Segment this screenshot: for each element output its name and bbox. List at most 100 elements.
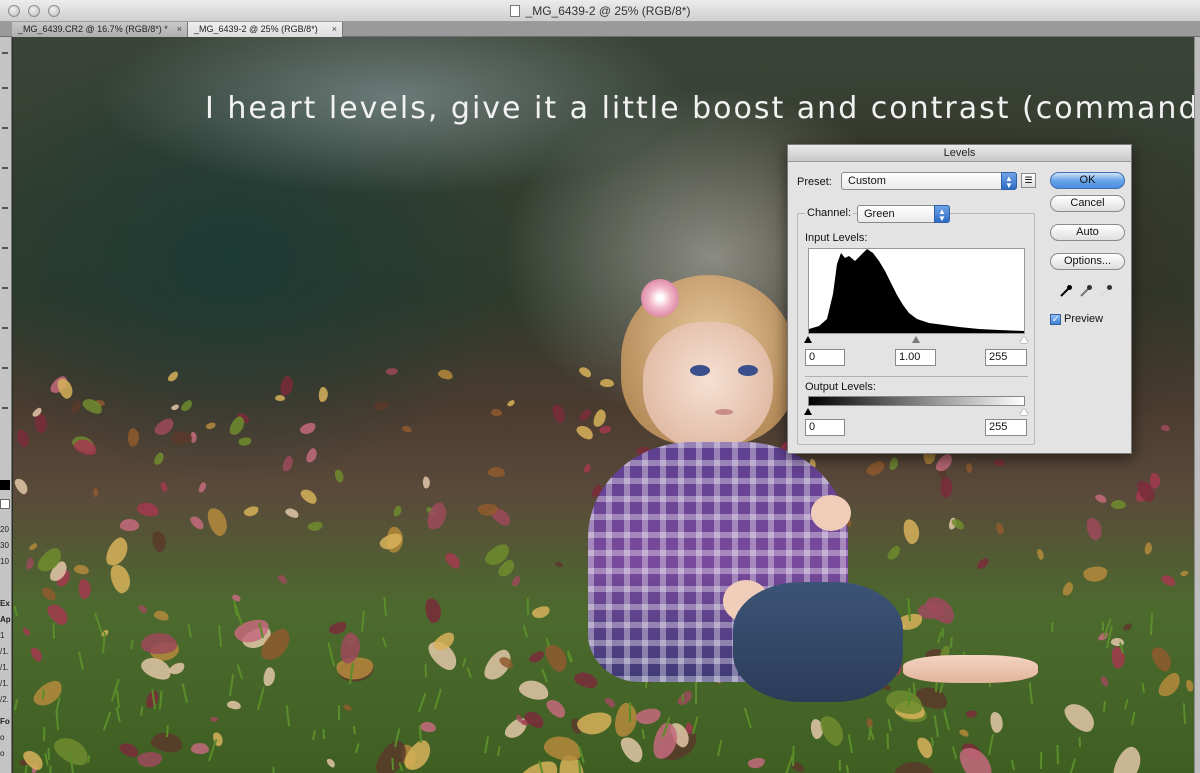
options-button[interactable]: Options... [1050, 253, 1125, 270]
leaf [401, 737, 436, 773]
output-white-slider[interactable] [1020, 408, 1028, 415]
grass-blade [791, 746, 795, 767]
leaf [135, 500, 160, 519]
leaf [102, 534, 133, 570]
gray-point-eyedropper-icon[interactable] [1079, 284, 1093, 298]
leaf [238, 437, 252, 447]
leaf [957, 727, 970, 738]
grass-blade [338, 705, 341, 721]
histogram-graph [809, 249, 1024, 333]
leaf [325, 757, 337, 770]
grass-blade [887, 719, 892, 732]
leaf [24, 556, 36, 571]
leaf [392, 504, 403, 518]
tab-mg-6439-cr2[interactable]: _MG_6439.CR2 @ 16.7% (RGB/8*) * × [12, 22, 188, 37]
input-white-field[interactable]: 255 [985, 349, 1027, 366]
grass-blade [116, 690, 121, 709]
preset-label: Preset: [797, 176, 832, 188]
photoshop-window: _MG_6439-2 @ 25% (RGB/8*) _MG_6439.CR2 @… [0, 0, 1200, 773]
leaf [107, 561, 134, 596]
grass-blade [14, 699, 19, 711]
leaf [136, 751, 163, 768]
leaf [304, 446, 319, 465]
grass-blade [951, 746, 957, 759]
input-black-slider[interactable] [804, 336, 812, 343]
grass-blade [886, 733, 889, 749]
input-black-field[interactable]: 0 [805, 349, 845, 366]
output-white-field[interactable]: 255 [985, 419, 1027, 436]
foreground-color-swatch[interactable] [0, 480, 10, 490]
grass-blade [77, 650, 84, 670]
leaf [510, 575, 522, 588]
leaf [44, 600, 72, 629]
auto-button[interactable]: Auto [1050, 224, 1125, 241]
tools-panel-edge: 20 30 10 Ex Ap 1 /1. /1. /1. /2. Fo o o [0, 37, 12, 773]
leaf [226, 699, 242, 710]
leaf [436, 367, 455, 381]
leaf [92, 488, 99, 498]
grass-blade [526, 597, 530, 615]
preset-options-icon[interactable]: ☰ [1021, 173, 1036, 188]
ok-button[interactable]: OK [1050, 172, 1125, 189]
tool-icon[interactable] [2, 247, 8, 249]
panel-text-fragment: 1 [0, 631, 5, 640]
leaf [170, 403, 180, 411]
panel-text-fragment: /1. [0, 663, 9, 672]
tool-icon[interactable] [2, 327, 8, 329]
tool-icon[interactable] [2, 167, 8, 169]
grass-blade [1182, 703, 1186, 725]
background-color-swatch[interactable] [0, 499, 10, 509]
leaf [191, 743, 210, 755]
panel-text-fragment: Ap [0, 615, 11, 624]
preset-dropdown[interactable]: Custom ▲ ▼ [841, 172, 1017, 190]
grass-blade [49, 765, 52, 773]
tool-icon[interactable] [2, 367, 8, 369]
preview-checkbox[interactable]: ✓ [1050, 314, 1061, 325]
leaf [210, 716, 219, 722]
tool-icon[interactable] [2, 287, 8, 289]
grass-blade [496, 745, 501, 756]
input-gamma-field[interactable]: 1.00 [895, 349, 936, 366]
leaf [197, 480, 208, 494]
tool-icon[interactable] [2, 127, 8, 129]
grass-blade [424, 663, 427, 677]
grass-blade [52, 622, 55, 639]
grass-blade [461, 658, 467, 668]
leaf [165, 369, 180, 384]
leaf [893, 760, 937, 773]
grass-blade [383, 597, 387, 617]
input-white-slider[interactable] [1020, 336, 1028, 343]
tool-icon[interactable] [2, 87, 8, 89]
cancel-button[interactable]: Cancel [1050, 195, 1125, 212]
leaf [423, 500, 450, 533]
grass-blade [1040, 751, 1043, 769]
leaf [205, 421, 217, 430]
tool-icon[interactable] [2, 52, 8, 54]
tool-icon[interactable] [2, 207, 8, 209]
grass-blade [434, 688, 443, 709]
leaf [274, 395, 286, 402]
panel-text-fragment: /1. [0, 679, 9, 688]
window-titlebar: _MG_6439-2 @ 25% (RGB/8*) [0, 0, 1200, 22]
tab-close-icon[interactable]: × [177, 22, 182, 37]
input-gamma-slider[interactable] [912, 336, 920, 343]
tool-icon[interactable] [2, 407, 8, 409]
grass-blade [47, 748, 51, 761]
overlay-caption: I heart levels, give it a little boost a… [205, 91, 1194, 126]
black-point-eyedropper-icon[interactable] [1059, 284, 1073, 298]
output-black-slider[interactable] [804, 408, 812, 415]
leaf [1082, 565, 1109, 583]
preview-label: Preview [1064, 313, 1104, 325]
white-point-eyedropper-icon[interactable] [1099, 284, 1113, 298]
tab-mg-6439-2[interactable]: _MG_6439-2 @ 25% (RGB/8*) × [188, 22, 343, 37]
tab-close-icon[interactable]: × [332, 22, 337, 37]
output-black-field[interactable]: 0 [805, 419, 845, 436]
grass-blade [354, 742, 360, 753]
channel-dropdown[interactable]: Green ▲ ▼ [857, 205, 950, 223]
leaf [261, 666, 276, 687]
leaf [443, 550, 464, 571]
grass-blade [398, 762, 404, 772]
grass-blade [218, 624, 223, 647]
document-icon [509, 5, 520, 17]
grass-blade [237, 664, 244, 680]
